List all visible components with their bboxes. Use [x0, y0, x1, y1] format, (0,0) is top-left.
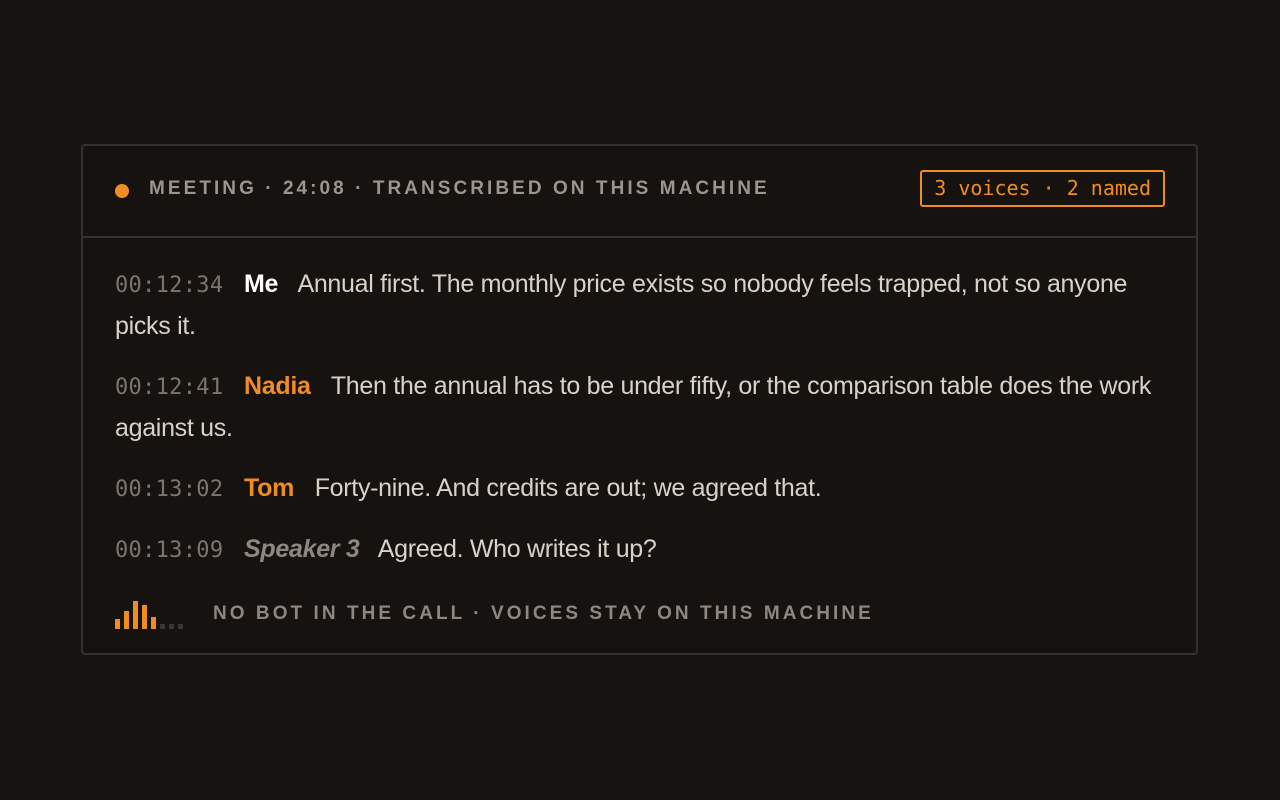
timestamp[interactable]: 00:12:41 [115, 375, 223, 400]
meter-bar [115, 619, 120, 629]
meeting-status: MEETING · 24:08 · TRANSCRIBED ON THIS MA… [149, 178, 770, 199]
utterance-text: Forty-nine. And credits are out; we agre… [314, 474, 822, 502]
meter-bar [160, 624, 165, 629]
transcript-line: 00:13:09 Speaker 3 Agreed. Who writes it… [115, 529, 1175, 571]
speaker-name[interactable]: Me [244, 270, 278, 298]
speaker-name[interactable]: Nadia [244, 372, 311, 400]
voices-badge[interactable]: 3 voices · 2 named [920, 170, 1165, 207]
meter-bar [169, 624, 174, 629]
meter-bar [178, 624, 183, 629]
panel-header: MEETING · 24:08 · TRANSCRIBED ON THIS MA… [83, 146, 1196, 238]
audio-level-meter-icon [115, 599, 187, 629]
transcript-line: 00:12:34 Me Annual first. The monthly pr… [115, 264, 1175, 347]
panel-footer: NO BOT IN THE CALL · VOICES STAY ON THIS… [115, 599, 1175, 629]
transcript-panel: MEETING · 24:08 · TRANSCRIBED ON THIS MA… [81, 144, 1198, 655]
meter-bar [124, 611, 129, 629]
transcript-line: 00:13:02 Tom Forty-nine. And credits are… [115, 468, 1175, 510]
transcript-line: 00:12:41 Nadia Then the annual has to be… [115, 366, 1175, 449]
timestamp[interactable]: 00:13:02 [115, 477, 223, 502]
meter-bar [133, 601, 138, 629]
timestamp[interactable]: 00:12:34 [115, 273, 223, 298]
utterance-text: Agreed. Who writes it up? [377, 535, 657, 563]
meter-bar [151, 617, 156, 629]
recording-dot-icon [115, 184, 129, 198]
speaker-name-unnamed[interactable]: Speaker 3 [244, 535, 360, 563]
transcript-list: 00:12:34 Me Annual first. The monthly pr… [115, 264, 1175, 590]
meter-bar [142, 605, 147, 629]
speaker-name[interactable]: Tom [244, 474, 294, 502]
timestamp[interactable]: 00:13:09 [115, 538, 223, 563]
privacy-note: NO BOT IN THE CALL · VOICES STAY ON THIS… [213, 603, 874, 624]
